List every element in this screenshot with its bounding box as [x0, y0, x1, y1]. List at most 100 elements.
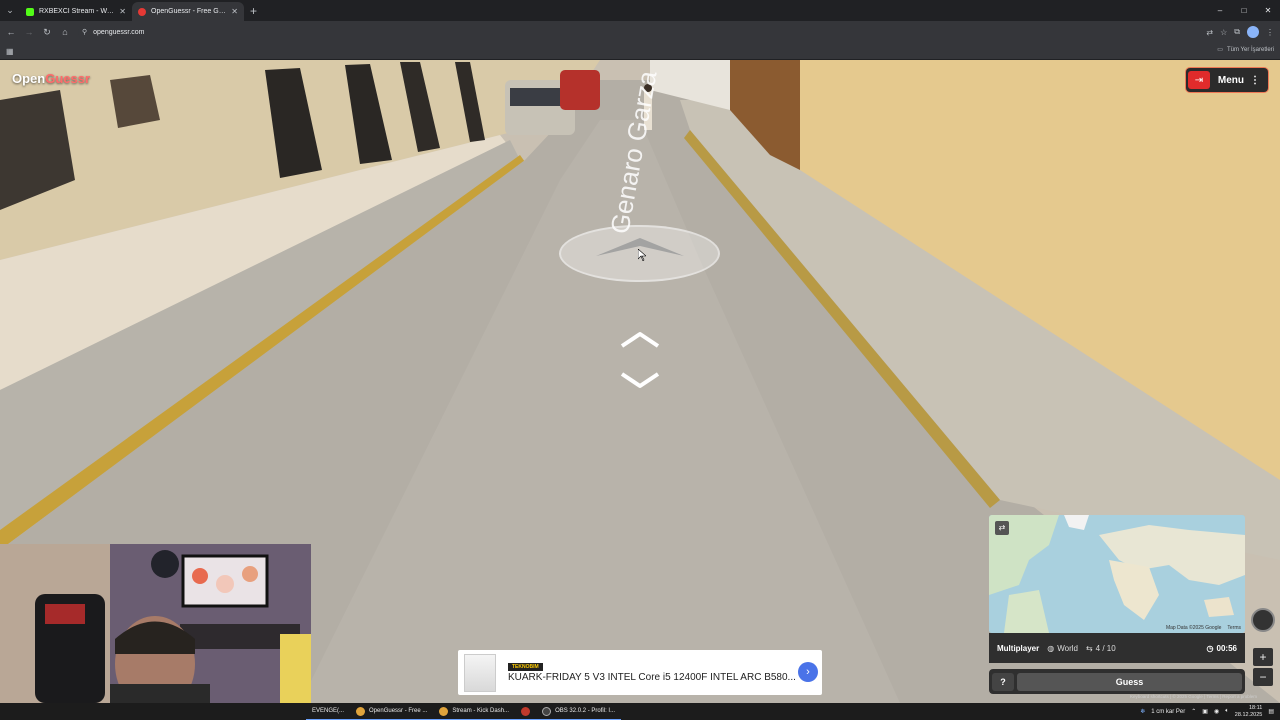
game-mode-label: Multiplayer — [997, 643, 1040, 653]
streamer-webcam — [0, 544, 311, 703]
browser-tab-strip: ⌄ RXBEXCI Stream - Watch Live o ✕ OpenGu… — [0, 0, 1280, 21]
minimize-button[interactable]: – — [1208, 0, 1232, 21]
taskbar-item-label: OpenGuessr - Free ... — [369, 708, 428, 714]
chrome-icon — [356, 706, 366, 716]
home-icon[interactable]: ⌂ — [56, 27, 74, 37]
round-info-bar: Multiplayer ◍ World ⇆ 4 / 10 ◷ 00:56 — [989, 633, 1245, 663]
round-timer: ◷ 00:56 — [1207, 644, 1237, 653]
tab-title: OpenGuessr - Free GeoGuessr — [151, 8, 227, 15]
round-label: 4 / 10 — [1095, 643, 1116, 653]
mouse-cursor-icon — [638, 249, 646, 261]
guess-minimap[interactable]: ⇄ Map Data ©2025 Google Terms — [989, 515, 1245, 633]
logo-text-accent: Guessr — [45, 71, 91, 86]
minimap-expand-icon[interactable]: ⇄ — [995, 521, 1009, 535]
advertisement-banner[interactable]: TEKNOBIM KUARK-FRIDAY 5 V3 INTEL Core i5… — [458, 650, 822, 695]
taskbar-item[interactable]: EVENGE(... — [306, 703, 351, 720]
app-icon — [521, 706, 531, 716]
round-indicator: ⇆ 4 / 10 — [1086, 644, 1116, 653]
bookmarks-bar: ▦ ▭ Tüm Yer İşaretleri — [0, 43, 1280, 60]
map-attribution: Map Data ©2025 Google Terms — [1166, 625, 1241, 631]
obs-icon — [542, 706, 552, 716]
world-map — [989, 515, 1245, 633]
clock-date: 28.12.2025 — [1234, 711, 1263, 718]
taskbar-item-obs[interactable]: OBS 32.0.2 - Profil: I... — [536, 703, 622, 720]
taskbar-item-label: OBS 32.0.2 - Profil: I... — [555, 708, 616, 714]
network-icon[interactable]: ◉ — [1214, 708, 1219, 715]
map-terms-link[interactable]: Terms — [1227, 625, 1241, 631]
chrome-icon — [439, 706, 449, 716]
region-label: World — [1057, 643, 1078, 653]
guess-controls: ? Guess — [989, 669, 1245, 694]
tab-title: RXBEXCI Stream - Watch Live o — [39, 8, 114, 15]
timer-value: 00:56 — [1216, 643, 1237, 653]
ad-badge: TEKNOBIM — [508, 663, 543, 671]
move-back-arrow-icon[interactable] — [620, 370, 660, 390]
site-info-icon[interactable]: ⚲ — [82, 28, 87, 36]
clock-icon: ◷ — [1206, 643, 1214, 653]
browser-toolbar: ← → ↻ ⌂ ⚲ openguessr.com ⇄ ☆ ⧉ ⋮ — [0, 21, 1280, 43]
apps-grid-icon[interactable]: ▦ — [6, 47, 14, 56]
reload-icon[interactable]: ↻ — [38, 27, 56, 38]
all-bookmarks-label: Tüm Yer İşaretleri — [1226, 46, 1274, 53]
globe-icon: ◍ — [1047, 643, 1055, 653]
tab-openguessr[interactable]: OpenGuessr - Free GeoGuessr ✕ — [132, 2, 244, 21]
ad-product-image — [464, 653, 496, 692]
url-text: openguessr.com — [93, 28, 145, 36]
webcam-scene — [0, 544, 311, 703]
forward-arrow-icon[interactable]: → — [20, 27, 38, 37]
ad-arrow-button[interactable]: › — [798, 662, 818, 682]
exit-icon[interactable]: ⇥ — [1187, 71, 1210, 89]
zoom-out-button[interactable]: − — [1253, 668, 1273, 686]
menu-label: Menu — [1217, 74, 1244, 86]
street-view-panorama[interactable]: Genaro Garza OpenGuessr ⇥ Menu ⋮ TEKNOBI… — [0, 60, 1280, 703]
folder-icon: ▭ — [1217, 47, 1223, 53]
chrome-menu-icon[interactable]: ⋮ — [1266, 28, 1274, 37]
game-top-controls: ⇥ Menu ⋮ — [1185, 68, 1268, 92]
zoom-in-button[interactable]: + — [1253, 648, 1273, 666]
taskbar-item-label: Stream - Kick Dash... — [452, 708, 510, 714]
taskbar-item-kick[interactable]: Stream - Kick Dash... — [433, 703, 516, 720]
taskbar-clock[interactable]: 18:11 28.12.2025 — [1235, 705, 1263, 719]
profile-avatar[interactable] — [1247, 26, 1259, 38]
menu-button[interactable]: Menu ⋮ — [1214, 75, 1266, 86]
address-bar[interactable]: ⚲ openguessr.com — [78, 23, 1170, 41]
tab-search-icon[interactable]: ⌄ — [0, 0, 20, 21]
taskbar-item-app[interactable] — [515, 703, 537, 720]
tab-kick-stream[interactable]: RXBEXCI Stream - Watch Live o ✕ — [20, 2, 132, 21]
openguessr-logo[interactable]: OpenGuessr — [12, 71, 90, 86]
move-forward-arrow-icon[interactable] — [620, 330, 660, 350]
taskbar-item-openguessr[interactable]: OpenGuessr - Free ... — [350, 703, 434, 720]
kick-favicon-icon — [26, 7, 34, 16]
region-indicator: ◍ World — [1047, 644, 1078, 653]
close-tab-icon[interactable]: ✕ — [119, 7, 126, 16]
maximize-button[interactable]: □ — [1232, 0, 1256, 21]
bookmark-star-icon[interactable]: ☆ — [1220, 28, 1227, 37]
system-tray: ❄ 1 cm kar Per ⌃ ▣ ◉ 🔈︎ 18:11 28.12.2025… — [1140, 703, 1280, 720]
tray-app-icon[interactable]: ▣ — [1202, 708, 1208, 715]
taskbar-item-label: EVENGE(... — [312, 708, 345, 714]
clock-time: 18:11 — [1248, 704, 1263, 711]
tray-chevron-icon[interactable]: ⌃ — [1191, 708, 1196, 715]
new-tab-button[interactable]: + — [250, 4, 257, 18]
map-attribution-text: Map Data ©2025 Google — [1165, 625, 1222, 631]
map-footer-links[interactable]: Keyboard shortcuts | © 2025 Google | Ter… — [1130, 694, 1257, 699]
all-bookmarks-button[interactable]: ▭ Tüm Yer İşaretleri — [1217, 46, 1274, 54]
close-tab-icon[interactable]: ✕ — [231, 7, 238, 16]
round-icon: ⇆ — [1085, 643, 1093, 653]
volume-icon[interactable]: 🔈︎ — [1225, 708, 1229, 715]
kebab-icon: ⋮ — [1250, 74, 1260, 86]
weather-label[interactable]: 1 cm kar Per — [1151, 709, 1185, 715]
translate-icon[interactable]: ⇄ — [1206, 28, 1213, 37]
back-arrow-icon[interactable]: ← — [2, 27, 20, 37]
openguessr-favicon-icon — [138, 7, 146, 16]
window-controls: – □ ✕ — [1208, 0, 1280, 21]
notification-icon[interactable]: ▤ — [1268, 708, 1274, 715]
close-window-button[interactable]: ✕ — [1256, 0, 1280, 21]
logo-text-main: Open — [12, 71, 46, 86]
guess-button[interactable]: Guess — [1017, 672, 1242, 691]
compass-icon[interactable] — [1251, 608, 1275, 632]
help-button[interactable]: ? — [992, 672, 1014, 691]
extensions-icon[interactable]: ⧉ — [1234, 27, 1240, 37]
screen: ⌄ RXBEXCI Stream - Watch Live o ✕ OpenGu… — [0, 0, 1280, 720]
ad-headline: KUARK-FRIDAY 5 V3 INTEL Core i5 12400F I… — [508, 672, 796, 683]
